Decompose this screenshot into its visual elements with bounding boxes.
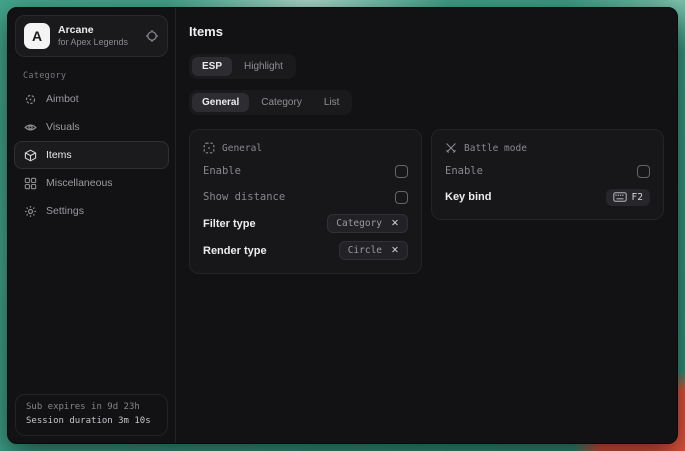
sidebar-item-visuals[interactable]: Visuals [14, 113, 169, 141]
battle-enable-row: Enable [445, 162, 650, 180]
battle-mode-panel: Battle mode Enable Key bind [431, 129, 664, 220]
battle-mode-panel-title: Battle mode [464, 143, 527, 154]
sidebar-nav: Aimbot Visuals Items [8, 85, 175, 225]
filter-type-value-pill[interactable]: Category ✕ [327, 214, 408, 233]
sidebar-item-aimbot[interactable]: Aimbot [14, 85, 169, 113]
package-icon [24, 149, 37, 162]
key-bind-label: Key bind [445, 191, 491, 203]
sidebar-item-label: Settings [46, 205, 84, 217]
pin-icon[interactable] [145, 29, 159, 43]
tab-esp[interactable]: ESP [192, 57, 232, 76]
eye-icon [24, 121, 37, 134]
enable-label: Enable [203, 165, 241, 177]
mode-tabbar: ESP Highlight [189, 54, 296, 79]
show-distance-label: Show distance [203, 191, 285, 203]
enable-row: Enable [203, 162, 408, 180]
sidebar-item-items[interactable]: Items [14, 141, 169, 169]
render-type-label: Render type [203, 245, 267, 257]
battle-enable-checkbox[interactable] [637, 165, 650, 178]
app-subtitle: for Apex Legends [58, 37, 137, 48]
grid-icon [24, 177, 37, 190]
sidebar-item-label: Items [46, 149, 72, 161]
crosshair-icon [24, 93, 37, 106]
general-panel: General Enable Show distance Filter type… [189, 129, 422, 274]
main-content: Items ESP Highlight General Category Lis… [176, 8, 677, 443]
session-duration-text: Session duration 3m 10s [26, 415, 157, 429]
key-bind-value: F2 [632, 192, 643, 203]
key-bind-row: Key bind F2 [445, 188, 650, 206]
render-type-value-pill[interactable]: Circle ✕ [339, 241, 408, 260]
tab-category[interactable]: Category [251, 93, 312, 112]
gear-icon [24, 205, 37, 218]
filter-type-label: Filter type [203, 218, 256, 230]
keyboard-icon [613, 192, 627, 202]
remove-render-icon[interactable]: ✕ [391, 245, 399, 256]
sidebar-item-label: Miscellaneous [46, 177, 113, 189]
app-name: Arcane [58, 24, 137, 37]
dashed-box-icon [203, 142, 215, 154]
crossed-swords-icon [445, 142, 457, 154]
key-bind-button[interactable]: F2 [606, 189, 650, 206]
sub-expires-text: Sub expires in 9d 23h [26, 401, 157, 415]
sidebar-item-label: Aimbot [46, 93, 79, 105]
filter-type-row: Filter type Category ✕ [203, 214, 408, 233]
remove-filter-icon[interactable]: ✕ [391, 218, 399, 229]
sidebar-item-miscellaneous[interactable]: Miscellaneous [14, 169, 169, 197]
tab-general[interactable]: General [192, 93, 249, 112]
subscription-info-card: Sub expires in 9d 23h Session duration 3… [15, 394, 168, 436]
tab-highlight[interactable]: Highlight [234, 57, 293, 76]
sidebar: A Arcane for Apex Legends Category [8, 8, 176, 443]
page-title: Items [189, 24, 664, 39]
filter-type-value: Category [336, 218, 382, 229]
app-window: A Arcane for Apex Legends Category [7, 7, 678, 444]
show-distance-row: Show distance [203, 188, 408, 206]
category-section-label: Category [23, 71, 175, 81]
render-type-value: Circle [348, 245, 382, 256]
tab-list[interactable]: List [314, 93, 350, 112]
sidebar-item-settings[interactable]: Settings [14, 197, 169, 225]
battle-enable-label: Enable [445, 165, 483, 177]
sidebar-item-label: Visuals [46, 121, 80, 133]
enable-checkbox[interactable] [395, 165, 408, 178]
brand-card: A Arcane for Apex Legends [15, 15, 168, 57]
view-tabbar: General Category List [189, 90, 352, 115]
render-type-row: Render type Circle ✕ [203, 241, 408, 260]
app-logo: A [24, 23, 50, 49]
show-distance-checkbox[interactable] [395, 191, 408, 204]
general-panel-title: General [222, 143, 262, 154]
